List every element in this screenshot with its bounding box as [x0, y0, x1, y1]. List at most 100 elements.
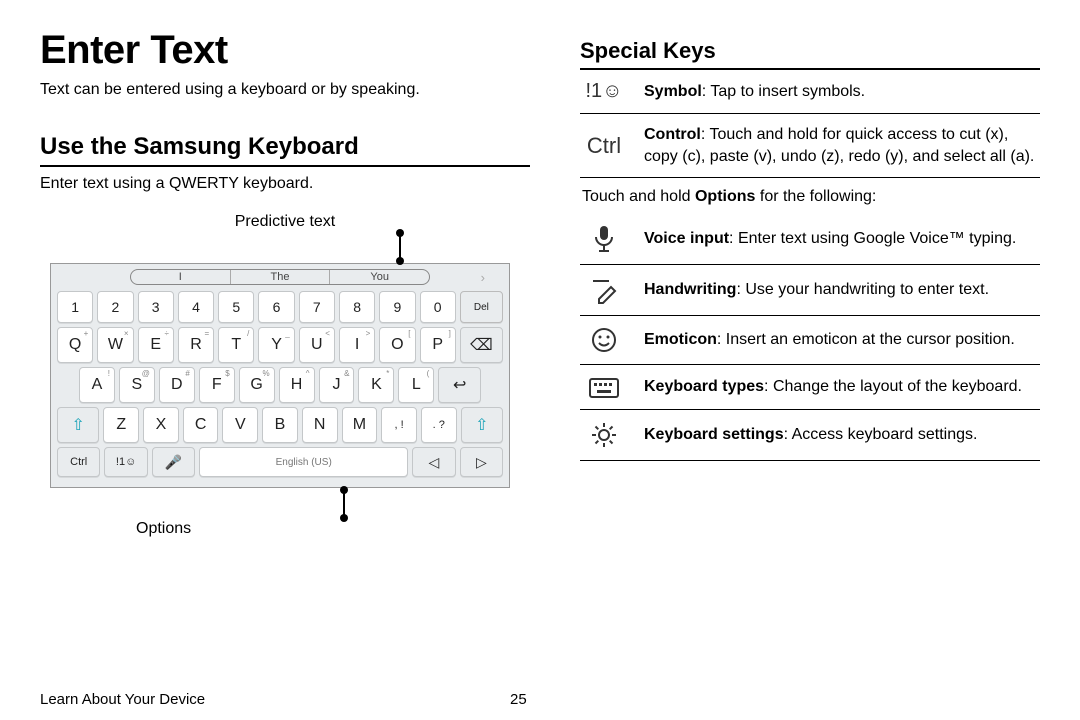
footer-section-name: Learn About Your Device [40, 691, 205, 708]
key-b: B [262, 407, 298, 443]
key-x: X [143, 407, 179, 443]
key-7: 7 [299, 291, 335, 323]
key-h: ^H [279, 367, 315, 403]
keyboard-row-zxcv: ⇧ Z X C V B N M , ! . ? ⇧ [57, 407, 503, 443]
ctrl-key-icon: Ctrl [582, 133, 626, 159]
option-keyboard-types: Keyboard types: Change the layout of the… [580, 365, 1040, 410]
heading-rule [40, 165, 530, 167]
triangle-left-icon: ◁ [429, 454, 440, 471]
option-desc: Handwriting: Use your handwriting to ent… [644, 279, 989, 301]
key-l: (L [398, 367, 434, 403]
key-e: ÷E [138, 327, 174, 363]
keyboard-row-asdf: !A @S #D $F %G ^H &J *K (L ↩ [57, 367, 503, 403]
prediction-1: I [131, 270, 231, 284]
symbol-key-icon: !1☺ [582, 80, 626, 103]
key-del: Del [460, 291, 503, 323]
key-symbol: !1☺ [104, 447, 147, 477]
option-desc: Keyboard types: Change the layout of the… [644, 376, 1022, 398]
intro-text: Text can be entered using a keyboard or … [40, 81, 530, 99]
key-g: %G [239, 367, 275, 403]
predictions-expand-icon: › [481, 270, 485, 285]
key-6: 6 [258, 291, 294, 323]
section-special-keys-heading: Special Keys [580, 38, 1040, 64]
key-period: . ? [421, 407, 457, 443]
key-2: 2 [97, 291, 133, 323]
backspace-icon: ⌫ [470, 335, 493, 355]
key-f: $F [199, 367, 235, 403]
callout-options: Options [136, 520, 530, 538]
keyboard-illustration: I The You › 1 2 3 4 5 6 7 8 9 0 [50, 263, 510, 488]
key-u: <U [299, 327, 335, 363]
key-cursor-left: ◁ [412, 447, 455, 477]
option-desc: Voice input: Enter text using Google Voi… [644, 228, 1016, 250]
page-title: Enter Text [40, 28, 530, 73]
keyboard-row-bottom: Ctrl !1☺ 🎤 English (US) ◁ ▷ [57, 447, 503, 477]
enter-icon: ↩ [453, 375, 466, 395]
key-o: [O [379, 327, 415, 363]
key-4: 4 [178, 291, 214, 323]
key-j: &J [319, 367, 355, 403]
hold-options-note: Touch and hold Options for the following… [580, 178, 1040, 214]
key-z: Z [103, 407, 139, 443]
key-d: #D [159, 367, 195, 403]
special-key-desc: Symbol: Tap to insert symbols. [644, 81, 865, 103]
callout-line-bottom [343, 490, 345, 518]
key-i: >I [339, 327, 375, 363]
keyboard-row-numbers: 1 2 3 4 5 6 7 8 9 0 Del [57, 291, 503, 323]
key-y: _Y [258, 327, 294, 363]
key-9: 9 [379, 291, 415, 323]
key-comma: , ! [381, 407, 417, 443]
key-m: M [342, 407, 378, 443]
key-0: 0 [420, 291, 456, 323]
prediction-2: The [231, 270, 331, 284]
key-1: 1 [57, 291, 93, 323]
key-enter: ↩ [438, 367, 481, 403]
key-backspace: ⌫ [460, 327, 503, 363]
key-cursor-right: ▷ [460, 447, 503, 477]
option-desc: Keyboard settings: Access keyboard setti… [644, 424, 977, 446]
triangle-right-icon: ▷ [476, 454, 487, 471]
key-space: English (US) [199, 447, 408, 477]
gear-icon [582, 420, 626, 450]
key-ctrl: Ctrl [57, 447, 100, 477]
key-k: *K [358, 367, 394, 403]
key-5: 5 [218, 291, 254, 323]
key-8: 8 [339, 291, 375, 323]
special-key-symbol: !1☺ Symbol: Tap to insert symbols. [580, 70, 1040, 114]
footer-page-number: 25 [510, 691, 527, 708]
option-keyboard-settings: Keyboard settings: Access keyboard setti… [580, 410, 1040, 461]
keyboard-icon [582, 375, 626, 399]
option-handwriting: Handwriting: Use your handwriting to ent… [580, 265, 1040, 316]
emoticon-icon [582, 326, 626, 354]
key-a: !A [79, 367, 115, 403]
key-v: V [222, 407, 258, 443]
shift-icon: ⇧ [72, 415, 85, 435]
key-s: @S [119, 367, 155, 403]
key-c: C [183, 407, 219, 443]
section-use-keyboard-sub: Enter text using a QWERTY keyboard. [40, 175, 530, 193]
option-voice-input: Voice input: Enter text using Google Voi… [580, 214, 1040, 265]
shift-icon: ⇧ [475, 415, 488, 435]
special-key-control: Ctrl Control: Touch and hold for quick a… [580, 114, 1040, 178]
key-3: 3 [138, 291, 174, 323]
key-options-mic: 🎤 [152, 447, 195, 477]
key-shift-left: ⇧ [57, 407, 99, 443]
option-desc: Emoticon: Insert an emoticon at the curs… [644, 329, 1015, 351]
callout-predictive-text: Predictive text [40, 213, 530, 231]
key-t: /T [218, 327, 254, 363]
mic-icon [582, 224, 626, 254]
callout-line-top [399, 233, 401, 261]
key-w: ×W [97, 327, 133, 363]
special-key-desc: Control: Touch and hold for quick access… [644, 124, 1038, 167]
key-q: +Q [57, 327, 93, 363]
prediction-3: You [330, 270, 429, 284]
handwriting-icon [582, 275, 626, 305]
option-emoticon: Emoticon: Insert an emoticon at the curs… [580, 316, 1040, 365]
key-r: =R [178, 327, 214, 363]
keyboard-row-qwerty: +Q ×W ÷E =R /T _Y <U >I [O ]P ⌫ [57, 327, 503, 363]
predictive-text-bar: I The You › [51, 264, 509, 289]
mic-icon: 🎤 [165, 454, 182, 471]
key-n: N [302, 407, 338, 443]
key-shift-right: ⇧ [461, 407, 503, 443]
section-use-keyboard-heading: Use the Samsung Keyboard [40, 133, 530, 161]
